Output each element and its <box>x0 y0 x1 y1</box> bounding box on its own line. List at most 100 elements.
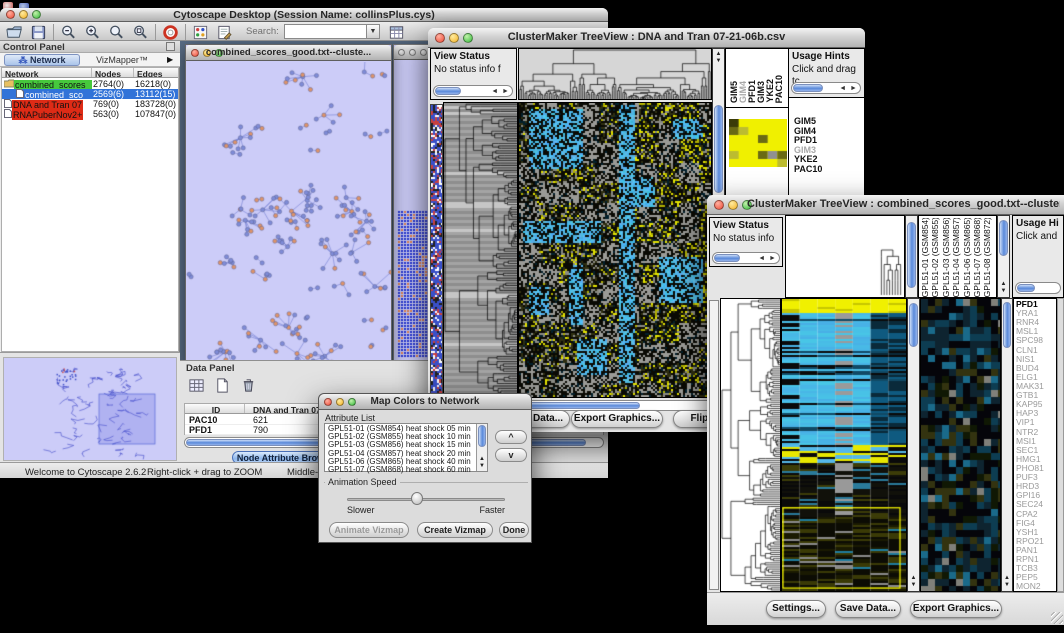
gene-label[interactable]: CLN1 <box>1016 346 1056 355</box>
treeview2-labels-vscrollbar[interactable]: ▲▼ <box>997 215 1010 298</box>
export-graphics-button[interactable]: Export Graphics... <box>571 410 663 428</box>
scroll-thumb[interactable] <box>909 303 918 347</box>
float-panel-icon[interactable] <box>166 42 175 51</box>
gene-label[interactable]: SPC98 <box>1016 336 1056 345</box>
usage-hints-hscrollbar[interactable] <box>1015 282 1061 294</box>
gene-label[interactable]: YSH1 <box>1016 528 1056 537</box>
gene-label[interactable]: YRA1 <box>1016 309 1056 318</box>
attribute-list-item[interactable]: GPL51-07 (GSM868) heat shock 60 min <box>326 466 474 474</box>
trash-icon[interactable] <box>240 377 258 395</box>
save-data-button[interactable]: Save Data... <box>835 600 901 618</box>
scroll-thumb[interactable] <box>907 222 916 288</box>
gene-label[interactable]: TCB3 <box>1016 564 1056 573</box>
vizmapper-icon[interactable] <box>192 24 210 42</box>
gene-label[interactable]: HRD3 <box>1016 482 1056 491</box>
gene-label[interactable]: FIG4 <box>1016 519 1056 528</box>
scroll-thumb[interactable] <box>1003 302 1011 348</box>
treeview2-zoom-heatmap[interactable] <box>920 298 1001 592</box>
help-lifering-icon[interactable] <box>162 24 180 42</box>
gene-label[interactable]: NTR2 <box>1016 428 1056 437</box>
gene-label[interactable]: RPO21 <box>1016 537 1056 546</box>
row-label[interactable]: PAC10 <box>794 165 822 175</box>
gene-label[interactable]: PUF3 <box>1016 473 1056 482</box>
network-view-window[interactable]: combined_scores_good.txt--cluste... <box>185 44 392 360</box>
gene-label[interactable]: HAP3 <box>1016 409 1056 418</box>
attribute-list[interactable]: GPL51-01 (GSM854) heat shock 05 minGPL51… <box>324 423 488 472</box>
column-label[interactable]: GPL51-04 (GSM857) <box>952 218 962 297</box>
network-table-row[interactable]: combined_sco2569(6)13112(15) <box>2 89 178 99</box>
treeview2-global-strip[interactable] <box>709 300 719 590</box>
attribute-list-item[interactable]: GPL51-02 (GSM855) heat shock 10 min <box>326 433 474 441</box>
col-header-nodes[interactable]: Nodes <box>92 68 134 77</box>
treeview1-column-dendrogram[interactable] <box>518 48 712 100</box>
zoom-out-icon[interactable] <box>60 24 78 42</box>
network-table-row[interactable]: RNAPuberNov2+563(0)107847(0) <box>2 109 178 119</box>
create-vizmap-button[interactable]: Create Vizmap <box>417 522 493 538</box>
network-table-row[interactable]: DNA and Tran 07769(0)183728(0) <box>2 99 178 109</box>
minimize-icon[interactable] <box>728 200 738 210</box>
gene-label[interactable]: NIS1 <box>1016 355 1056 364</box>
gene-label[interactable]: SEC1 <box>1016 446 1056 455</box>
scroll-up-icon[interactable]: ▲▼ <box>713 51 724 65</box>
table-icon[interactable] <box>188 377 206 395</box>
gene-label[interactable]: ELG1 <box>1016 373 1056 382</box>
usage-hints-hscrollbar[interactable]: ◄ ► <box>791 82 861 94</box>
treeview2-titlebar[interactable]: ClusterMaker TreeView : combined_scores_… <box>707 195 1064 215</box>
tab-vizmapper[interactable]: VizMapper™ <box>84 54 160 66</box>
gene-label[interactable]: RPN1 <box>1016 555 1056 564</box>
col-header-network[interactable]: Network <box>2 68 92 77</box>
export-graphics-button[interactable]: Export Graphics... <box>910 600 1002 618</box>
column-label[interactable]: GPL51-08 (GSM872) <box>983 218 993 297</box>
network-table-row[interactable]: combined_scores_2764(0)16218(0) <box>2 79 178 89</box>
treeview1-global-strip[interactable] <box>430 104 443 398</box>
gene-label[interactable]: KAP95 <box>1016 400 1056 409</box>
move-up-button[interactable]: ^ <box>495 430 527 444</box>
dialog-titlebar[interactable]: Map Colors to Network <box>319 394 531 410</box>
gene-label[interactable]: CPA2 <box>1016 510 1056 519</box>
network-overview-canvas[interactable] <box>3 357 177 461</box>
col-header-id[interactable]: ID <box>185 404 245 413</box>
minimize-icon[interactable] <box>409 49 416 56</box>
scroll-arrows-icon[interactable]: ▲▼ <box>998 281 1009 295</box>
gene-label[interactable]: HMG1 <box>1016 455 1056 464</box>
resize-grip[interactable] <box>1051 612 1063 624</box>
animation-speed-slider[interactable] <box>347 498 505 501</box>
main-titlebar[interactable]: Cytoscape Desktop (Session Name: collins… <box>0 8 608 22</box>
zoom-in-icon[interactable] <box>84 24 102 42</box>
scroll-thumb[interactable] <box>478 425 486 447</box>
slider-thumb[interactable] <box>411 492 423 505</box>
gene-label[interactable]: PEP5 <box>1016 573 1056 582</box>
gene-label[interactable]: PAN1 <box>1016 546 1056 555</box>
scroll-thumb[interactable] <box>714 105 723 193</box>
move-down-button[interactable]: v <box>495 448 527 462</box>
save-icon[interactable] <box>30 24 48 42</box>
view-status-hscrollbar[interactable]: ◄ ► <box>433 85 513 97</box>
column-label[interactable]: GPL51-06 (GSM865) <box>963 218 973 297</box>
zoom-window-icon[interactable] <box>420 49 427 56</box>
gene-label[interactable]: PHO81 <box>1016 464 1056 473</box>
col-header-edges[interactable]: Edges <box>134 68 176 77</box>
open-folder-icon[interactable] <box>6 24 24 42</box>
attribute-list-item[interactable]: GPL51-03 (GSM856) heat shock 15 min <box>326 441 474 449</box>
treeview2-column-dendrogram[interactable] <box>785 215 905 298</box>
gene-label[interactable]: MSL1 <box>1016 327 1056 336</box>
treeview2-header-vscrollbar[interactable] <box>905 215 918 298</box>
scroll-arrows-icon[interactable]: ▲▼ <box>908 575 919 589</box>
attribute-list-item[interactable]: GPL51-04 (GSM857) heat shock 20 min <box>326 450 474 458</box>
attribute-list-item[interactable]: GPL51-06 (GSM865) heat shock 40 min <box>326 458 474 466</box>
zoom-fit-icon[interactable] <box>132 24 150 42</box>
done-button[interactable]: Done <box>499 522 529 538</box>
gene-label[interactable]: MSI1 <box>1016 437 1056 446</box>
view-status-hscrollbar[interactable]: ◄ ► <box>712 252 780 264</box>
close-icon[interactable] <box>398 49 405 56</box>
gene-label[interactable]: GPI16 <box>1016 491 1056 500</box>
treeview2-heatmap-vscrollbar[interactable]: ▲▼ <box>907 298 920 592</box>
gene-label[interactable]: VIP1 <box>1016 418 1056 427</box>
attribute-list-item[interactable]: GPL51-01 (GSM854) heat shock 05 min <box>326 425 474 433</box>
gene-label[interactable]: PFD1 <box>1016 300 1056 309</box>
gene-label[interactable]: SEC24 <box>1016 500 1056 509</box>
animate-vizmap-button[interactable]: Animate Vizmap <box>329 522 409 538</box>
column-label[interactable]: GPL51-02 (GSM855) <box>931 218 941 297</box>
treeview2-row-dendrogram[interactable] <box>720 298 781 592</box>
treeview1-zoom-matrix[interactable] <box>729 119 787 167</box>
